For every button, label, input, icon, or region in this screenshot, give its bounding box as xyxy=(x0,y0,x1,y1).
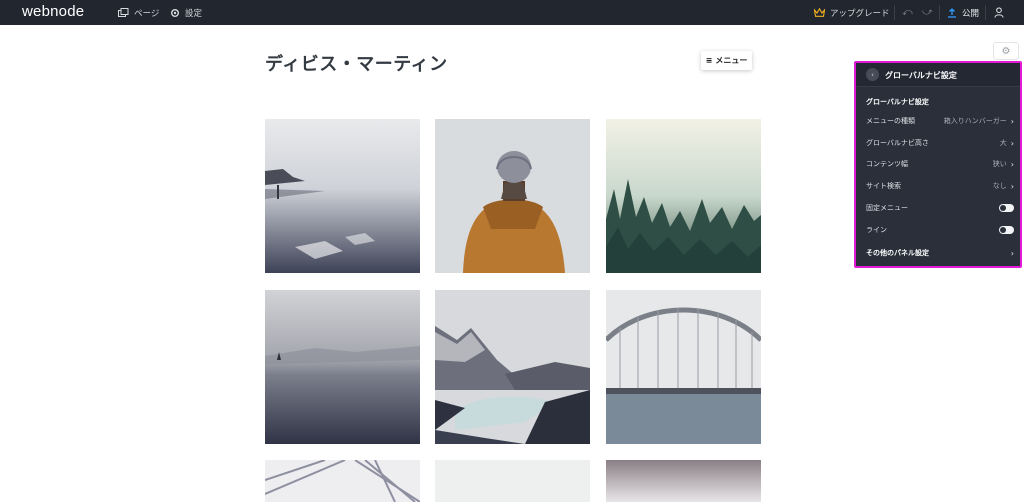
undo-button[interactable]: ⤺ xyxy=(902,0,913,25)
mountain-lake-image xyxy=(435,290,590,444)
line-row: ライン xyxy=(866,223,1014,237)
row-label: グローバルナビ高さ xyxy=(866,139,929,147)
pages-label: ページ xyxy=(134,8,160,19)
toolbar-divider xyxy=(985,5,986,20)
redo-button[interactable]: ⤻ xyxy=(922,0,933,25)
hiker-beanie-image xyxy=(435,119,590,273)
hamburger-icon: ≡ xyxy=(705,56,713,65)
upload-icon xyxy=(947,7,957,18)
section-heading: グローバルナビ設定 xyxy=(866,98,929,106)
menu-button[interactable]: ≡ メニュー xyxy=(701,51,752,70)
panel-title: グローバルナビ設定 xyxy=(885,71,957,80)
line-toggle[interactable] xyxy=(999,226,1014,234)
pale-sky-image xyxy=(435,460,590,502)
gear-icon: ⚙ xyxy=(1001,45,1011,57)
fixed-menu-toggle[interactable] xyxy=(999,204,1014,212)
nav-height-row[interactable]: グローバルナビ高さ 大 › xyxy=(866,136,1014,150)
sea-sailboat-image xyxy=(265,290,420,444)
undo-icon: ⤺ xyxy=(902,7,913,18)
chevron-right-icon: › xyxy=(1010,116,1014,126)
gallery-image[interactable] xyxy=(606,119,761,273)
account-button[interactable] xyxy=(994,0,1004,25)
crown-icon xyxy=(814,8,825,17)
publish-label: 公開 xyxy=(962,8,980,19)
row-label: サイト検索 xyxy=(866,182,901,190)
gallery-image[interactable] xyxy=(265,119,420,273)
publish-button[interactable]: 公開 xyxy=(947,0,979,25)
menu-type-row[interactable]: メニューの種類 箱入りハンバーガー › xyxy=(866,114,1014,128)
toolbar-divider xyxy=(939,5,940,20)
row-value: 箱入りハンバーガー xyxy=(943,117,1007,125)
gear-icon xyxy=(170,8,180,18)
bridge-arch-image xyxy=(606,290,761,444)
pages-icon xyxy=(118,7,129,18)
gallery-image[interactable] xyxy=(606,290,761,444)
upgrade-button[interactable]: アップグレード xyxy=(814,0,890,25)
row-label: ライン xyxy=(866,226,887,234)
top-bar: webnode ページ 設定 アップグレード ⤺ ⤻ 公開 xyxy=(0,0,1024,25)
other-panel-settings-row[interactable]: その他のパネル設定 › xyxy=(866,246,1014,260)
global-nav-settings-panel: ‹ グローバルナビ設定 グローバルナビ設定 メニューの種類 箱入りハンバーガー … xyxy=(854,61,1022,268)
menu-label: メニュー xyxy=(715,56,748,65)
pages-button[interactable]: ページ xyxy=(118,0,159,25)
site-title[interactable]: ディビス・マーティン xyxy=(265,50,448,76)
panel-header: ‹ グローバルナビ設定 xyxy=(856,63,1020,87)
gallery-image[interactable] xyxy=(435,290,590,444)
bridge-cables-image xyxy=(265,460,420,502)
header-settings-button[interactable]: ⚙ xyxy=(993,42,1019,60)
chevron-right-icon: › xyxy=(1010,138,1014,148)
gallery-image[interactable] xyxy=(435,119,590,273)
coast-fog-image xyxy=(265,119,420,273)
row-label: 固定メニュー xyxy=(866,204,908,212)
gallery-image[interactable] xyxy=(606,460,761,502)
row-value: なし xyxy=(992,182,1007,190)
gallery-image[interactable] xyxy=(265,290,420,444)
row-value: 大 xyxy=(999,139,1007,147)
chevron-right-icon: › xyxy=(1010,159,1014,169)
row-label: コンテンツ幅 xyxy=(866,160,908,168)
gallery-image[interactable] xyxy=(435,460,590,502)
dusk-plain-image xyxy=(606,460,761,502)
content-width-row[interactable]: コンテンツ幅 狭い › xyxy=(866,157,1014,171)
back-button[interactable]: ‹ xyxy=(866,68,879,81)
chevron-left-icon: ‹ xyxy=(871,70,874,79)
site-search-row[interactable]: サイト検索 なし › xyxy=(866,179,1014,193)
toolbar-divider xyxy=(894,5,895,20)
fixed-menu-row: 固定メニュー xyxy=(866,201,1014,215)
settings-label: 設定 xyxy=(185,8,203,19)
row-label: メニューの種類 xyxy=(866,117,915,125)
chevron-right-icon: › xyxy=(1010,181,1014,191)
row-label: その他のパネル設定 xyxy=(866,249,929,257)
settings-button[interactable]: 設定 xyxy=(170,0,202,25)
chevron-right-icon: › xyxy=(1010,248,1014,258)
redo-icon: ⤻ xyxy=(922,7,933,18)
user-icon xyxy=(994,7,1004,18)
gallery-image[interactable] xyxy=(265,460,420,502)
row-value: 狭い xyxy=(992,160,1007,168)
editor-window: webnode ページ 設定 アップグレード ⤺ ⤻ 公開 ディビス・マーティン… xyxy=(0,0,1024,502)
webnode-logo[interactable]: webnode xyxy=(22,3,84,20)
misty-forest-image xyxy=(606,119,761,273)
upgrade-label: アップグレード xyxy=(830,8,890,19)
